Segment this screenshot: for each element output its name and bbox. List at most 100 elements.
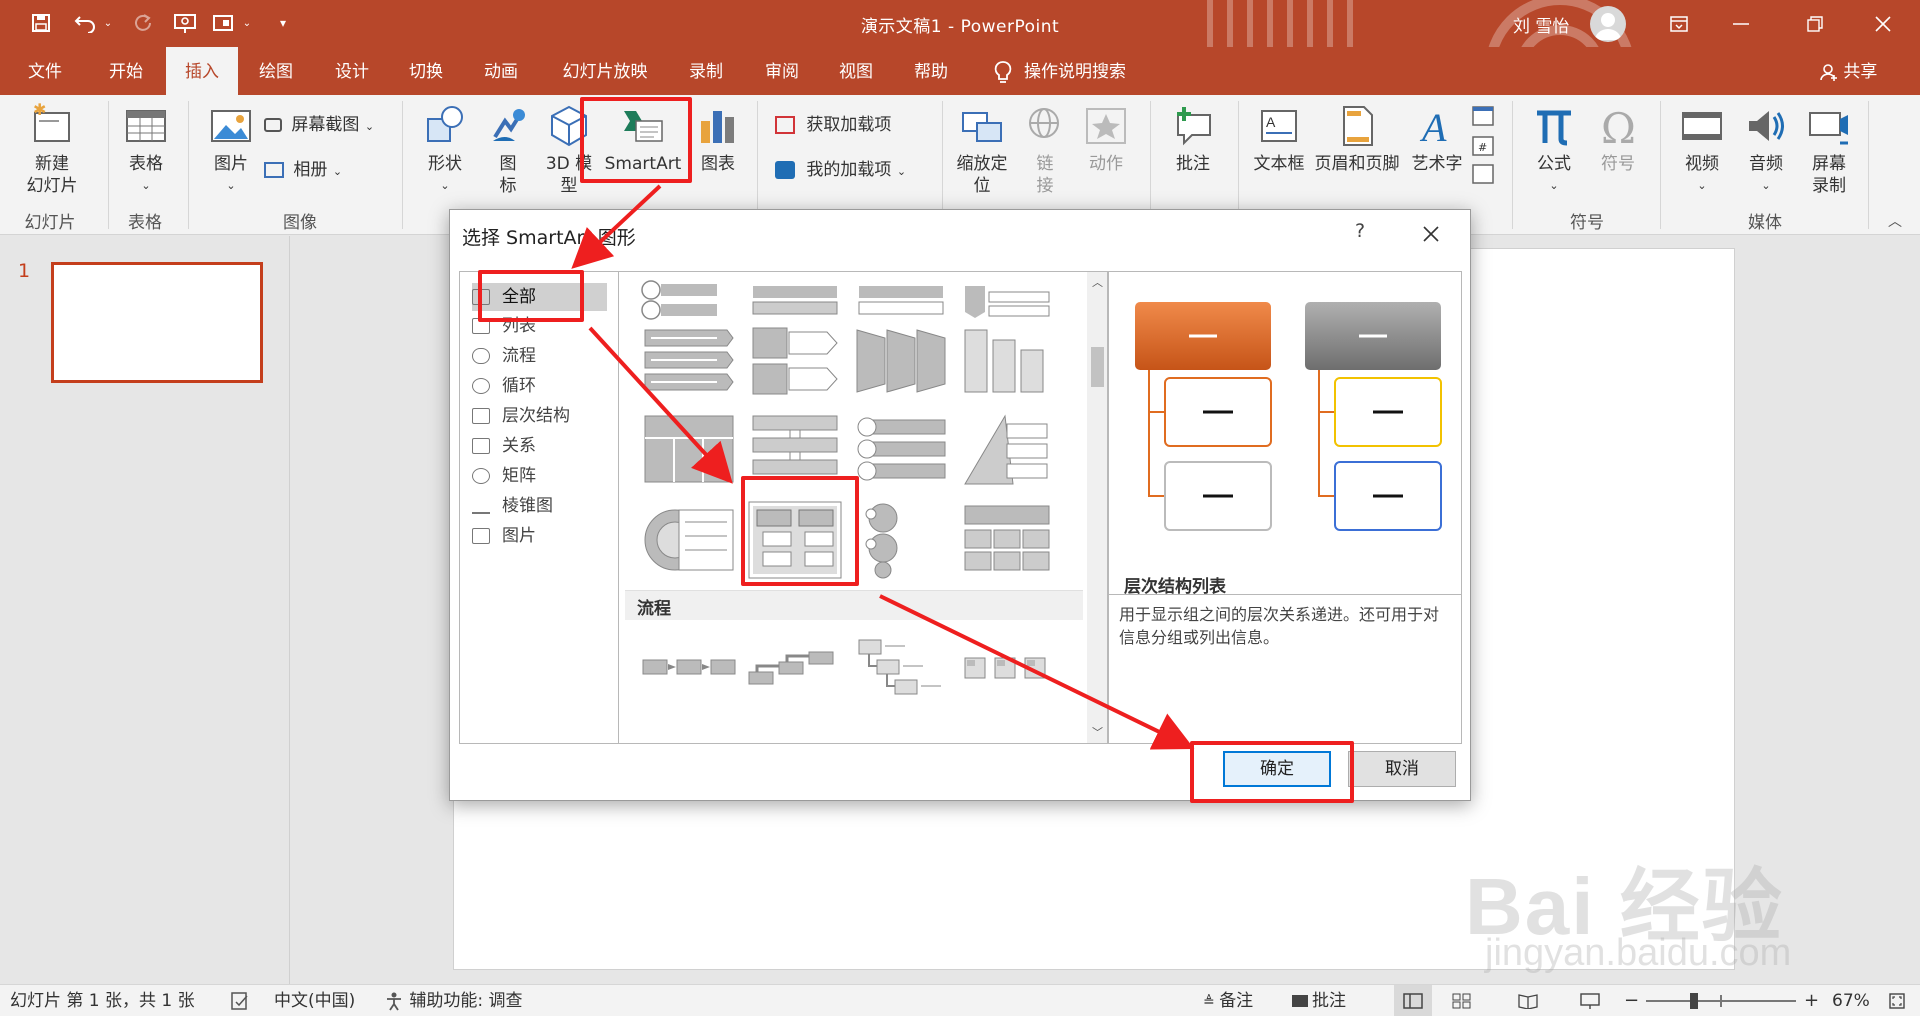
gallery-scrollbar[interactable]: ︿ ﹀: [1087, 272, 1107, 743]
table-button[interactable]: 表格 ⌄: [118, 103, 174, 197]
shapes-button[interactable]: 形状 ⌄: [415, 103, 475, 197]
audio-button[interactable]: 音频 ⌄: [1736, 103, 1796, 197]
icons-button[interactable]: 图 标: [481, 103, 535, 197]
accessibility-status[interactable]: 辅助功能: 调查: [384, 985, 523, 1016]
ok-button[interactable]: 确定: [1223, 751, 1331, 787]
zoom-slider-thumb[interactable]: [1689, 993, 1698, 1009]
minimize-icon[interactable]: [1710, 0, 1772, 47]
slide-info[interactable]: 幻灯片 第 1 张，共 1 张: [10, 985, 195, 1016]
lightbulb-icon[interactable]: [988, 47, 1018, 95]
equation-button[interactable]: 公式 ⌄: [1524, 103, 1584, 197]
reading-view-icon[interactable]: [1518, 985, 1538, 1016]
layout-thumbnail[interactable]: [849, 496, 953, 584]
layout-thumbnail[interactable]: [955, 408, 1059, 496]
normal-view-icon[interactable]: [1394, 985, 1432, 1016]
tab-home[interactable]: 开始: [90, 47, 162, 95]
restore-icon[interactable]: [1784, 0, 1846, 47]
category-hierarchy[interactable]: 层次结构: [472, 402, 607, 430]
category-list-item[interactable]: 列表: [472, 312, 607, 340]
spellcheck-icon[interactable]: [230, 985, 250, 1016]
tab-draw[interactable]: 绘图: [240, 47, 312, 95]
header-footer-button[interactable]: 页眉和页脚: [1312, 103, 1402, 175]
action-button[interactable]: 动作: [1078, 103, 1134, 175]
scroll-down-icon[interactable]: ﹀: [1087, 724, 1107, 742]
layout-thumbnail[interactable]: [637, 408, 741, 496]
layout-thumbnail[interactable]: [743, 408, 847, 496]
comment-button[interactable]: 批注: [1162, 103, 1224, 175]
album-button[interactable]: 相册 ⌄: [264, 156, 342, 184]
collapse-ribbon-icon[interactable]: ︿: [1888, 211, 1902, 231]
language-status[interactable]: 中文(中国): [274, 985, 355, 1016]
tab-slideshow[interactable]: 幻灯片放映: [549, 47, 661, 95]
tell-me-search[interactable]: 操作说明搜索: [1024, 47, 1154, 95]
layout-thumbnail[interactable]: [637, 320, 741, 408]
layout-thumbnail[interactable]: [955, 622, 1059, 710]
fit-slide-icon[interactable]: [1888, 985, 1906, 1016]
category-matrix[interactable]: 矩阵: [472, 462, 607, 490]
screen-recording-button[interactable]: 屏幕 录制: [1800, 103, 1858, 197]
zoom-level[interactable]: 67%: [1832, 985, 1870, 1016]
category-cycle[interactable]: 循环: [472, 372, 607, 400]
symbol-button[interactable]: Ω 符号: [1588, 103, 1648, 175]
category-pyramid[interactable]: 棱锥图: [472, 492, 607, 520]
share-button[interactable]: 共享: [1820, 47, 1877, 95]
avatar[interactable]: [1590, 6, 1626, 42]
slide-sorter-icon[interactable]: [1452, 985, 1472, 1016]
layout-thumbnail[interactable]: [849, 320, 953, 408]
tab-file[interactable]: 文件: [10, 47, 80, 95]
cancel-button[interactable]: 取消: [1348, 751, 1456, 787]
zoom-slider[interactable]: [1646, 985, 1796, 1016]
tab-transitions[interactable]: 切换: [390, 47, 462, 95]
scroll-up-icon[interactable]: ︿: [1087, 274, 1107, 292]
tab-review[interactable]: 审阅: [746, 47, 818, 95]
layout-thumbnail[interactable]: [743, 271, 847, 320]
ribbon-display-icon[interactable]: [1648, 0, 1710, 47]
layout-thumbnail[interactable]: [849, 622, 953, 710]
smartart-button[interactable]: SmartArt: [600, 103, 686, 175]
help-icon[interactable]: ?: [1355, 220, 1365, 242]
video-button[interactable]: 视频 ⌄: [1672, 103, 1732, 197]
category-picture[interactable]: 图片: [472, 522, 607, 550]
layout-thumbnail[interactable]: [743, 622, 847, 710]
category-relationship[interactable]: 关系: [472, 432, 607, 460]
zoom-in-button[interactable]: +: [1804, 985, 1819, 1016]
layout-thumbnail[interactable]: [637, 496, 741, 584]
dialog-close-icon[interactable]: [1413, 216, 1449, 252]
layout-thumbnail[interactable]: [849, 271, 953, 320]
layout-thumbnail[interactable]: [637, 622, 741, 710]
comments-button[interactable]: 批注: [1292, 985, 1346, 1016]
layout-thumbnail[interactable]: [955, 496, 1059, 584]
picture-button[interactable]: 图片 ⌄: [200, 103, 262, 197]
user-name[interactable]: 刘 雪怡: [1513, 12, 1569, 37]
zoom-button[interactable]: 缩放定 位: [950, 103, 1014, 197]
notes-button[interactable]: ≜ 备注: [1203, 985, 1253, 1016]
tab-animations[interactable]: 动画: [465, 47, 537, 95]
tab-help[interactable]: 帮助: [895, 47, 967, 95]
screenshot-button[interactable]: 屏幕截图 ⌄: [264, 111, 374, 139]
category-all[interactable]: 全部: [472, 283, 607, 311]
close-icon[interactable]: [1852, 0, 1914, 47]
category-process[interactable]: 流程: [472, 342, 607, 370]
layout-thumbnail[interactable]: [955, 271, 1059, 320]
tab-view[interactable]: 视图: [820, 47, 892, 95]
slide-thumbnail[interactable]: [51, 262, 263, 383]
my-addins-button[interactable]: 我的加载项 ⌄: [775, 156, 906, 184]
tab-insert[interactable]: 插入: [166, 47, 238, 95]
scroll-thumb[interactable]: [1091, 347, 1104, 387]
chart-button[interactable]: 图表: [692, 103, 744, 175]
textbox-button[interactable]: A 文本框: [1248, 103, 1310, 175]
link-button[interactable]: 链 接: [1018, 103, 1072, 197]
layout-thumbnail[interactable]: [849, 408, 953, 496]
layout-thumbnail[interactable]: [637, 271, 741, 320]
tab-record[interactable]: 录制: [670, 47, 742, 95]
new-slide-button[interactable]: ✱ 新建 幻灯片: [10, 103, 94, 197]
tab-design[interactable]: 设计: [316, 47, 388, 95]
3d-models-button[interactable]: 3D 模 型: [538, 103, 600, 197]
small-text-tools[interactable]: #: [1468, 103, 1498, 193]
wordart-button[interactable]: A 艺术字: [1406, 103, 1468, 175]
layout-thumbnail[interactable]: [955, 320, 1059, 408]
get-addins-button[interactable]: 获取加载项: [775, 111, 891, 139]
zoom-out-button[interactable]: −: [1624, 985, 1639, 1016]
layout-thumbnail-hierarchy-list[interactable]: [743, 496, 847, 584]
slideshow-view-icon[interactable]: [1580, 985, 1600, 1016]
